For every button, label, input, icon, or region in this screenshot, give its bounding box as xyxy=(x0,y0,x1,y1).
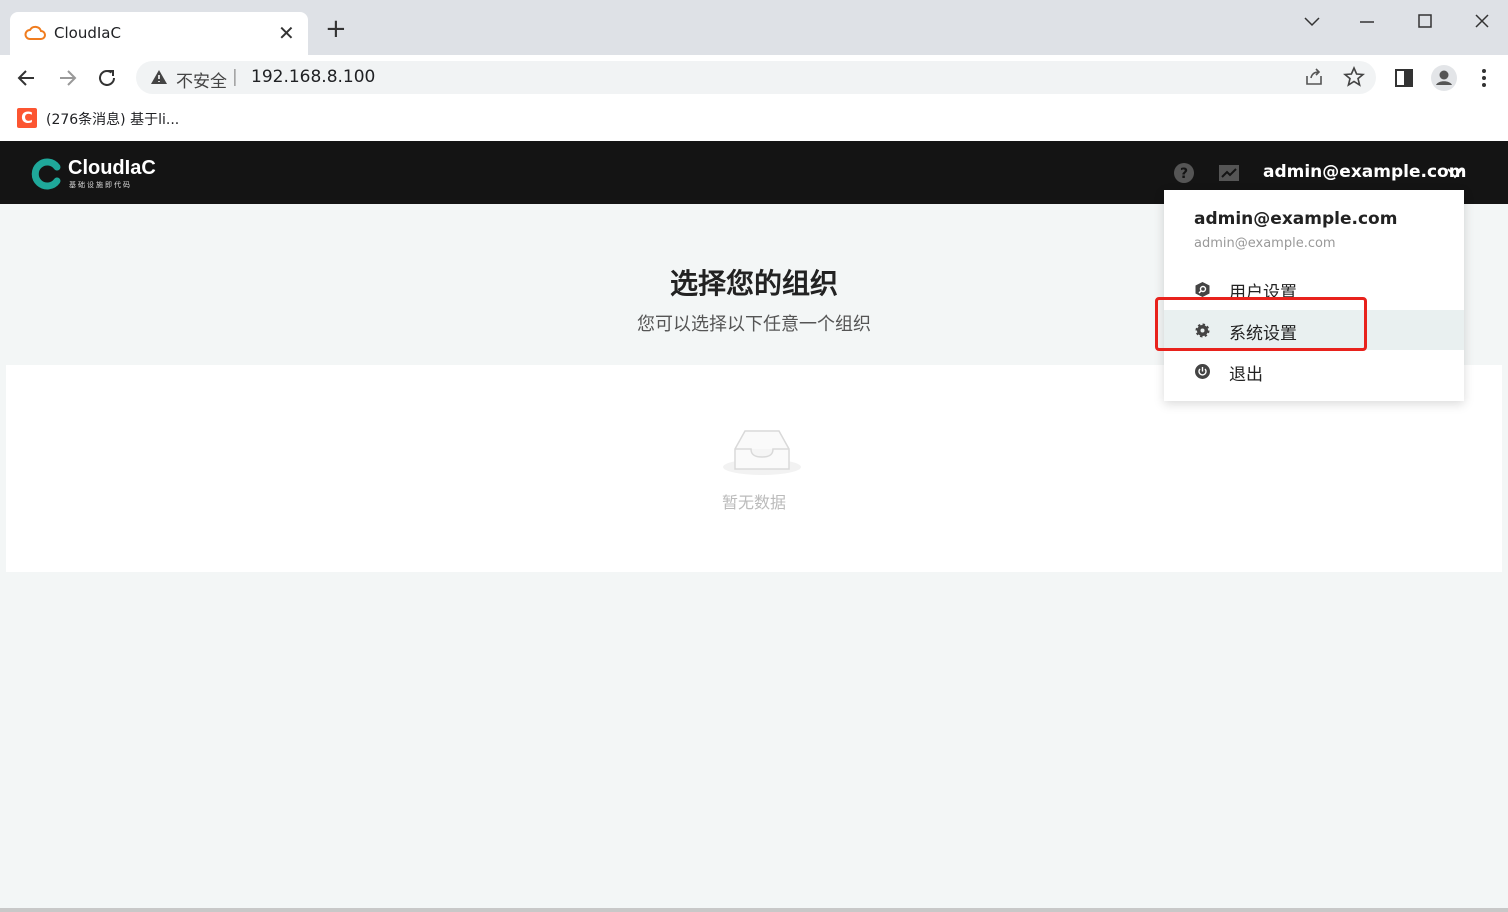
maximize-icon[interactable] xyxy=(1410,10,1440,34)
svg-text:?: ? xyxy=(1180,166,1188,182)
dropdown-user-name: admin@example.com xyxy=(1194,209,1398,229)
url-text[interactable]: 192.168.8.100 xyxy=(251,67,375,87)
logo-subtitle: 基础设施即代码 xyxy=(69,181,132,189)
menu-item-label: 退出 xyxy=(1229,365,1263,385)
browser-tab-strip: CloudIaC ✕ + xyxy=(0,0,1508,55)
browser-tab[interactable]: CloudIaC ✕ xyxy=(10,12,308,55)
back-icon[interactable] xyxy=(14,65,40,91)
cloudiac-logo-icon xyxy=(31,158,61,190)
chevron-down-icon[interactable] xyxy=(1446,166,1464,180)
new-tab-button[interactable]: + xyxy=(325,16,347,42)
bookmark-star-icon[interactable] xyxy=(1343,66,1365,88)
user-dropdown-menu: admin@example.com admin@example.com 用户设置… xyxy=(1164,190,1464,401)
empty-text: 暂无数据 xyxy=(721,493,786,512)
separator: | xyxy=(232,67,238,87)
menu-item-logout[interactable]: 退出 xyxy=(1164,351,1464,391)
close-tab-icon[interactable]: ✕ xyxy=(278,21,295,45)
dropdown-user-email: admin@example.com xyxy=(1194,236,1336,251)
user-menu-trigger[interactable]: admin@example.com xyxy=(1263,162,1466,182)
warning-icon xyxy=(151,70,167,84)
logo-text: CloudIaC xyxy=(68,157,156,179)
menu-kebab-icon[interactable] xyxy=(1472,66,1496,90)
taskbar-edge xyxy=(0,908,1508,912)
chart-icon[interactable] xyxy=(1218,162,1240,184)
insecure-label: 不安全 xyxy=(176,72,227,92)
user-settings-icon xyxy=(1195,282,1210,297)
profile-icon[interactable] xyxy=(1430,64,1458,92)
annotation-highlight-box xyxy=(1155,297,1367,351)
csdn-icon: C xyxy=(17,108,37,128)
forward-icon[interactable] xyxy=(54,65,80,91)
tab-search-chevron-icon[interactable] xyxy=(1297,10,1327,34)
side-panel-icon[interactable] xyxy=(1392,66,1416,90)
bookmarks-bar: C (276条消息) 基于li... xyxy=(0,100,1508,141)
power-icon xyxy=(1195,364,1210,379)
cloud-icon xyxy=(24,25,46,40)
help-icon[interactable]: ? xyxy=(1173,162,1195,184)
reload-icon[interactable] xyxy=(94,65,120,91)
bookmark-item[interactable]: (276条消息) 基于li... xyxy=(46,109,179,129)
share-icon[interactable] xyxy=(1303,66,1325,88)
browser-toolbar: 不安全 | 192.168.8.100 xyxy=(0,55,1508,100)
close-window-icon[interactable] xyxy=(1467,10,1497,34)
empty-inbox-icon xyxy=(723,430,801,475)
address-bar[interactable]: 不安全 | 192.168.8.100 xyxy=(136,61,1376,94)
tab-title: CloudIaC xyxy=(54,24,121,42)
minimize-icon[interactable] xyxy=(1352,10,1382,34)
